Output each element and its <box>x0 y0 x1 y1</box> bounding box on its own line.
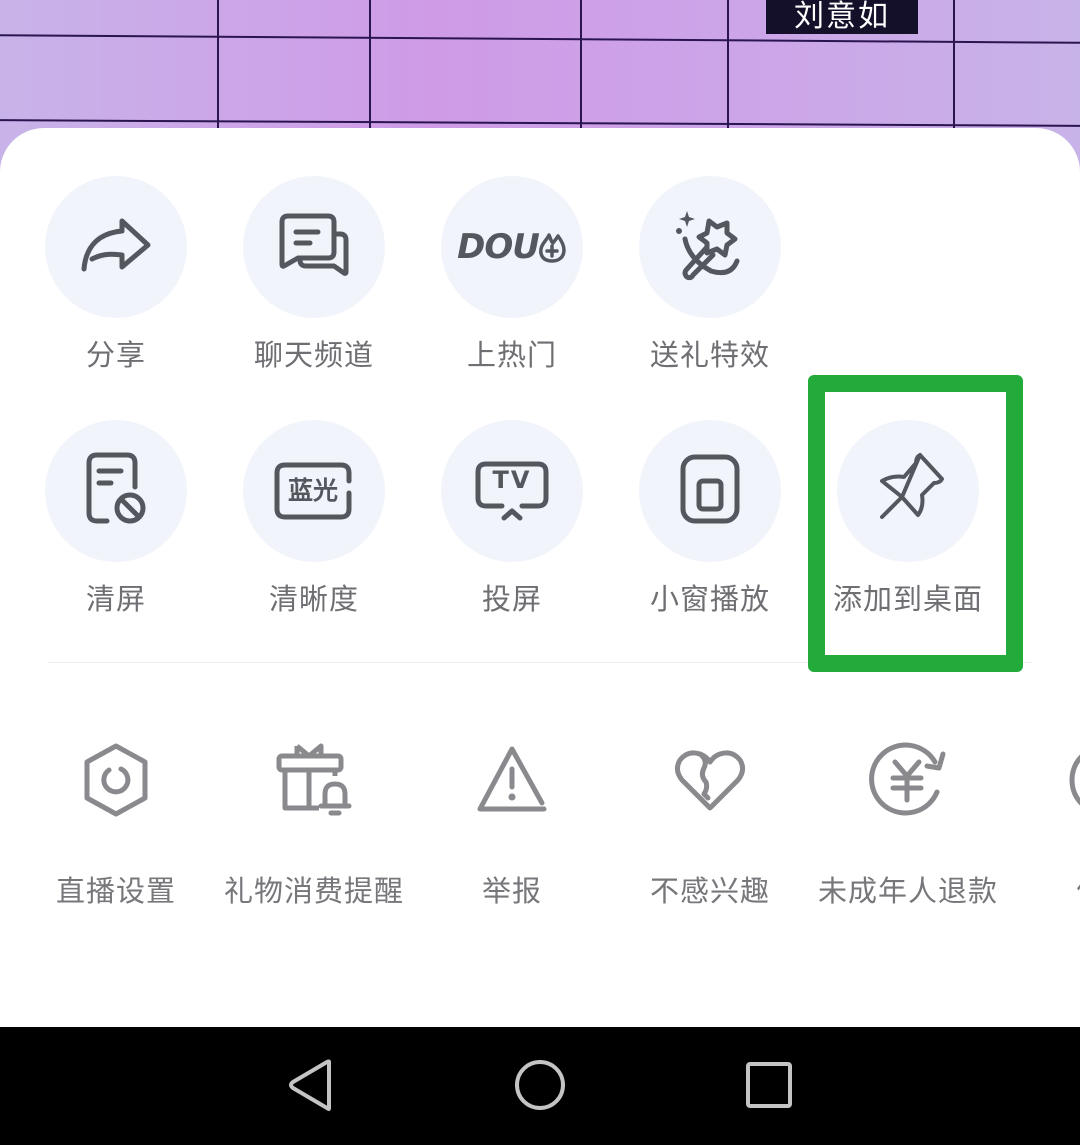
chat-channel-button[interactable]: 聊天频道 <box>215 176 413 376</box>
live-settings-button[interactable]: 直播设置 <box>17 740 215 940</box>
recents-square-icon <box>744 1060 794 1114</box>
mini-window-button[interactable]: 小窗播放 <box>611 420 809 620</box>
clear-screen-button[interactable]: 清屏 <box>17 420 215 620</box>
tv-cast-icon: TV <box>474 460 550 522</box>
nav-home-button[interactable] <box>510 1057 570 1117</box>
partial-circle-icon <box>1066 740 1080 820</box>
yuan-refund-icon <box>868 740 948 820</box>
mini-window-icon <box>679 453 741 529</box>
tv-text: TV <box>492 466 532 494</box>
grid-line <box>0 119 1080 127</box>
resolution-button[interactable]: 蓝光 清晰度 <box>215 420 413 620</box>
secondary-actions-row: 清屏 蓝光 清晰度 TV 投屏 小窗播放 添加到桌面 <box>0 420 1080 620</box>
mini-window-circle <box>639 420 781 562</box>
cast-screen-circle: TV <box>441 420 583 562</box>
resolution-circle: 蓝光 <box>243 420 385 562</box>
clear-screen-icon <box>83 451 149 531</box>
video-overlay-text: 刘意如 <box>766 0 918 34</box>
primary-actions-row: 分享 聊天频道 DOU 上热门 送礼特效 <box>0 176 1080 376</box>
chat-channel-circle <box>243 176 385 318</box>
share-button-circle <box>45 176 187 318</box>
home-circle-icon <box>513 1058 567 1116</box>
cast-screen-button[interactable]: TV 投屏 <box>413 420 611 620</box>
gift-bell-icon <box>274 740 354 820</box>
magic-wand-star-icon <box>675 207 745 287</box>
report-button[interactable]: 举报 <box>413 740 611 940</box>
not-interested-button[interactable]: 不感兴趣 <box>611 740 809 940</box>
clear-screen-circle <box>45 420 187 562</box>
add-to-desktop-button[interactable]: 添加到桌面 <box>809 420 1007 620</box>
grid-line <box>0 34 1080 44</box>
gift-effects-label: 送礼特效 <box>649 338 770 372</box>
boost-popular-button[interactable]: DOU 上热门 <box>413 176 611 376</box>
share-arrow-icon <box>78 215 154 279</box>
broken-heart-icon <box>670 740 750 820</box>
dou-logo-text: DOU <box>457 227 540 267</box>
share-button[interactable]: 分享 <box>17 176 215 376</box>
minor-refund-button[interactable]: 未成年人退款 <box>809 740 1007 940</box>
resolution-badge-text: 蓝光 <box>287 476 338 505</box>
dou-plus-icon: DOU <box>457 227 567 267</box>
gift-effects-circle <box>639 176 781 318</box>
pin-icon <box>870 451 946 531</box>
add-to-desktop-circle <box>837 420 979 562</box>
system-navigation-bar <box>0 1027 1080 1145</box>
gift-spending-reminder-button[interactable]: 礼物消费提醒 <box>215 740 413 940</box>
more-actions-sheet: 分享 聊天频道 DOU 上热门 送礼特效 清屏 蓝光 清晰度 TV 投屏 小窗播… <box>0 128 1080 1027</box>
section-divider <box>48 662 1032 663</box>
resolution-badge-icon: 蓝光 <box>273 461 355 521</box>
nav-back-button[interactable] <box>280 1057 340 1117</box>
hexagon-settings-icon <box>76 740 156 820</box>
optimize-label: 优化 <box>987 868 1080 910</box>
warning-triangle-icon <box>472 740 552 820</box>
gift-effects-button[interactable]: 送礼特效 <box>611 176 809 376</box>
optimize-button[interactable]: 优化 <box>1007 740 1080 940</box>
tools-row[interactable]: 直播设置 礼物消费提醒 举报 不感兴趣 未成年人退款 <box>0 740 1080 940</box>
back-triangle-icon <box>285 1058 335 1116</box>
add-to-desktop-label: 添加到桌面 <box>832 582 983 616</box>
nav-recents-button[interactable] <box>739 1057 799 1117</box>
chat-bubbles-icon <box>276 212 352 282</box>
boost-popular-circle: DOU <box>441 176 583 318</box>
